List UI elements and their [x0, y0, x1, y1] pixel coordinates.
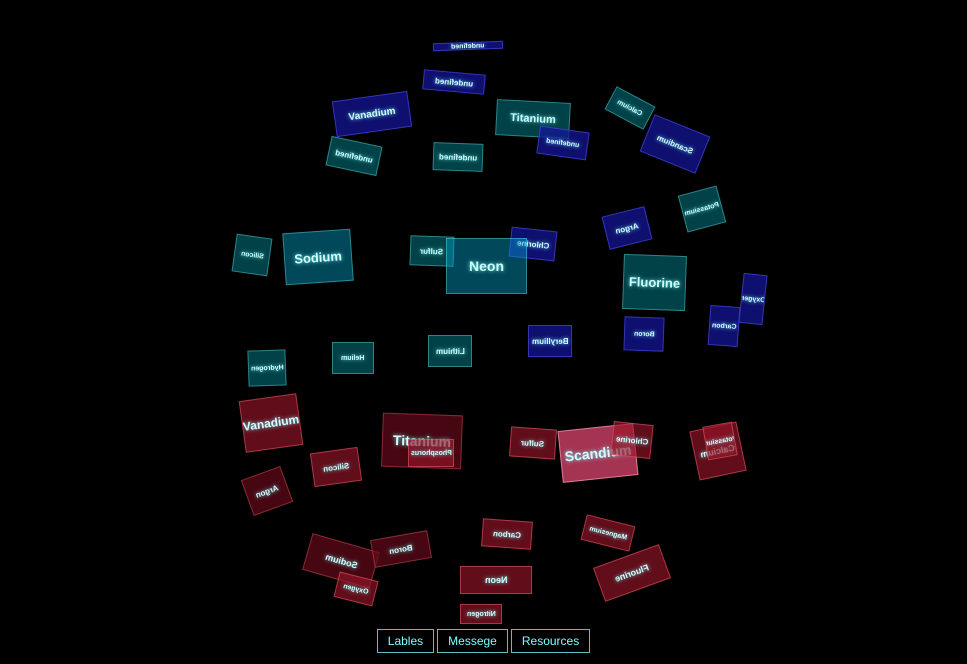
element-sphere[interactable]: undefined undefined Vanadium Titanium undefi…: [0, 0, 967, 664]
element-card-label: Fluorine: [613, 562, 651, 584]
element-card-label: Sodium: [323, 551, 359, 571]
element-card[interactable]: Fluorine: [622, 253, 687, 312]
element-card-label: Carbon: [711, 321, 737, 331]
element-card-label: Sulfur: [420, 246, 444, 256]
element-card-label: Hydrogen: [250, 363, 284, 373]
element-card[interactable]: Phosphorus: [408, 439, 454, 467]
element-card[interactable]: Magnesium: [580, 514, 636, 552]
element-card[interactable]: Lithium: [428, 335, 472, 367]
element-card-label: Argon: [254, 482, 280, 500]
element-card[interactable]: Argon: [601, 206, 653, 250]
element-card[interactable]: undefined: [432, 142, 484, 172]
element-card[interactable]: Silicon: [231, 233, 273, 277]
element-card-label: Phosphorus: [410, 449, 452, 457]
element-card[interactable]: Potassium: [677, 185, 727, 233]
element-card[interactable]: Hydrogen: [247, 349, 287, 387]
element-card[interactable]: undefined: [432, 40, 504, 52]
element-card-label: Helium: [341, 354, 365, 362]
element-card[interactable]: Calcium: [604, 86, 656, 130]
element-card-label: Carbon: [492, 528, 522, 540]
element-card-label: undefined: [451, 41, 485, 51]
element-card-label: Beryllium: [531, 336, 569, 346]
element-card[interactable]: undefined: [422, 69, 486, 95]
element-card-label: Argon: [614, 220, 640, 236]
element-card-label: Titanium: [509, 111, 557, 127]
element-card-label: Scandium: [655, 132, 695, 156]
element-card[interactable]: Sulfur: [509, 426, 557, 460]
element-card-label: Sodium: [293, 247, 343, 267]
element-card[interactable]: Scandium: [639, 114, 711, 174]
element-card-label: Calcium: [616, 98, 644, 118]
resources-button[interactable]: Resources: [510, 629, 591, 653]
element-card-label: Silicon: [322, 460, 350, 474]
element-card[interactable]: Fluorine: [592, 544, 672, 602]
element-card[interactable]: undefined: [325, 135, 383, 177]
element-card[interactable]: Carbon: [481, 518, 533, 550]
element-card-label: Sulfur: [521, 437, 545, 449]
element-card-label: undefined: [545, 137, 581, 149]
element-card-label: Neon: [469, 258, 504, 274]
element-card[interactable]: Chlorine: [610, 421, 654, 459]
element-card[interactable]: Silicon: [309, 446, 363, 488]
element-card[interactable]: Carbon: [707, 305, 741, 347]
element-card-label: Boron: [388, 542, 414, 556]
element-card-label: undefined: [438, 151, 478, 163]
element-card[interactable]: Vanadium: [331, 90, 413, 138]
element-card-label: Neon: [484, 575, 508, 585]
element-card[interactable]: undefined: [536, 125, 590, 161]
element-card[interactable]: Neon: [460, 566, 532, 594]
labels-button[interactable]: Lables: [376, 629, 435, 653]
element-card-label: Oxygen: [342, 582, 370, 596]
element-card-label: Vanadium: [241, 412, 301, 434]
element-card[interactable]: Boron: [370, 530, 432, 568]
element-card-label: Chlorine: [615, 433, 649, 447]
element-card-label: Silicon: [240, 249, 264, 261]
element-card[interactable]: Helium: [332, 342, 374, 374]
element-card[interactable]: Vanadium: [238, 393, 304, 453]
element-card[interactable]: Nitrogen: [460, 604, 502, 624]
element-card[interactable]: Potassium: [702, 421, 738, 461]
element-card-label: Lithium: [435, 346, 465, 356]
element-card-label: Oxygen: [739, 294, 767, 304]
message-button[interactable]: Messege: [437, 629, 508, 653]
element-card[interactable]: Argon: [240, 465, 294, 517]
element-card-label: Potassium: [702, 434, 738, 448]
element-card-label: Potassium: [683, 201, 721, 217]
element-card-label: undefined: [334, 147, 374, 165]
element-card-label: Boron: [633, 330, 655, 338]
element-card-label: Magnesium: [588, 524, 628, 542]
element-card[interactable]: Neon: [446, 238, 527, 294]
element-card-label: undefined: [434, 75, 474, 89]
bottom-menu: Lables Messege Resources: [0, 629, 967, 653]
element-card[interactable]: Boron: [623, 316, 665, 352]
element-card-label: Fluorine: [628, 274, 681, 291]
element-card[interactable]: Oxygen: [738, 272, 768, 326]
element-card[interactable]: Beryllium: [528, 325, 572, 357]
element-card[interactable]: Sodium: [282, 228, 354, 286]
element-card-label: Vanadium: [347, 105, 397, 123]
element-card-label: Nitrogen: [466, 610, 496, 618]
